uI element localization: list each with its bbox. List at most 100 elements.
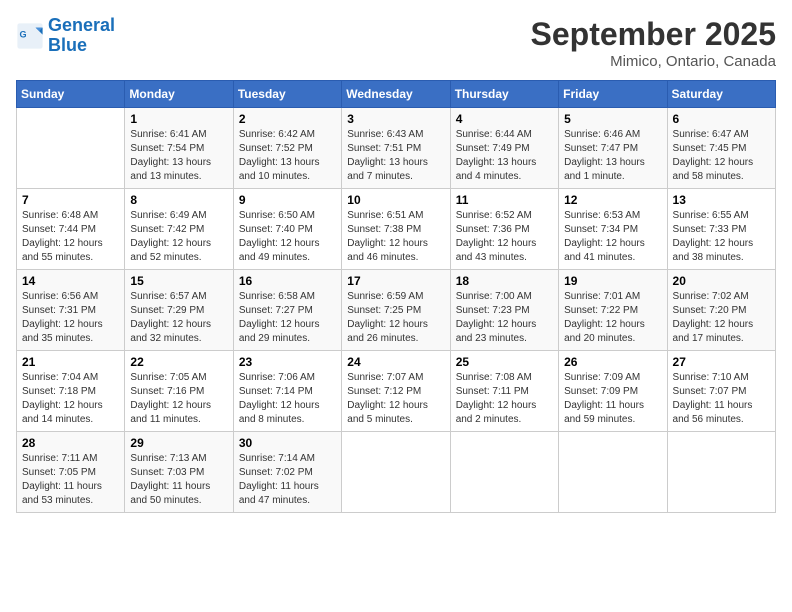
day-info: Sunrise: 6:51 AM Sunset: 7:38 PM Dayligh… bbox=[347, 209, 444, 265]
day-number: 25 bbox=[456, 355, 553, 369]
day-number: 19 bbox=[564, 274, 661, 288]
day-number: 9 bbox=[239, 193, 336, 207]
calendar-cell: 8 Sunrise: 6:49 AM Sunset: 7:42 PM Daylig… bbox=[125, 189, 233, 270]
calendar-cell: 27 Sunrise: 7:10 AM Sunset: 7:07 PM Dayli… bbox=[667, 351, 775, 432]
calendar-cell bbox=[667, 432, 775, 513]
day-info: Sunrise: 6:43 AM Sunset: 7:51 PM Dayligh… bbox=[347, 128, 444, 184]
day-info: Sunrise: 6:52 AM Sunset: 7:36 PM Dayligh… bbox=[456, 209, 553, 265]
calendar-cell: 23 Sunrise: 7:06 AM Sunset: 7:14 PM Dayli… bbox=[233, 351, 341, 432]
day-number: 2 bbox=[239, 112, 336, 126]
day-number: 8 bbox=[130, 193, 227, 207]
logo-text: General Blue bbox=[48, 16, 115, 56]
calendar-cell bbox=[17, 108, 125, 189]
day-number: 5 bbox=[564, 112, 661, 126]
calendar-cell: 7 Sunrise: 6:48 AM Sunset: 7:44 PM Daylig… bbox=[17, 189, 125, 270]
day-number: 13 bbox=[673, 193, 770, 207]
weekday-header-wednesday: Wednesday bbox=[342, 81, 450, 108]
day-info: Sunrise: 6:55 AM Sunset: 7:33 PM Dayligh… bbox=[673, 209, 770, 265]
day-number: 12 bbox=[564, 193, 661, 207]
day-info: Sunrise: 7:10 AM Sunset: 7:07 PM Dayligh… bbox=[673, 371, 770, 427]
calendar-week-4: 21Sunrise: 7:04 AM Sunset: 7:18 PM Dayli… bbox=[17, 351, 776, 432]
weekday-header-tuesday: Tuesday bbox=[233, 81, 341, 108]
day-info: Sunrise: 6:46 AM Sunset: 7:47 PM Dayligh… bbox=[564, 128, 661, 184]
day-info: Sunrise: 7:00 AM Sunset: 7:23 PM Dayligh… bbox=[456, 290, 553, 346]
calendar-cell: 25 Sunrise: 7:08 AM Sunset: 7:11 PM Dayli… bbox=[450, 351, 558, 432]
day-info: Sunrise: 7:14 AM Sunset: 7:02 PM Dayligh… bbox=[239, 452, 336, 508]
day-info: Sunrise: 6:57 AM Sunset: 7:29 PM Dayligh… bbox=[130, 290, 227, 346]
day-number: 10 bbox=[347, 193, 444, 207]
day-info: Sunrise: 6:44 AM Sunset: 7:49 PM Dayligh… bbox=[456, 128, 553, 184]
day-number: 26 bbox=[564, 355, 661, 369]
calendar-cell: 21Sunrise: 7:04 AM Sunset: 7:18 PM Dayli… bbox=[17, 351, 125, 432]
day-info: Sunrise: 6:42 AM Sunset: 7:52 PM Dayligh… bbox=[239, 128, 336, 184]
title-block: September 2025 Mimico, Ontario, Canada bbox=[531, 16, 776, 70]
day-number: 11 bbox=[456, 193, 553, 207]
day-info: Sunrise: 7:08 AM Sunset: 7:11 PM Dayligh… bbox=[456, 371, 553, 427]
calendar-cell bbox=[450, 432, 558, 513]
calendar-week-1: 1 Sunrise: 6:41 AM Sunset: 7:54 PM Daylig… bbox=[17, 108, 776, 189]
day-info: Sunrise: 7:06 AM Sunset: 7:14 PM Dayligh… bbox=[239, 371, 336, 427]
day-number: 6 bbox=[673, 112, 770, 126]
calendar-cell: 18 Sunrise: 7:00 AM Sunset: 7:23 PM Dayli… bbox=[450, 270, 558, 351]
day-number: 27 bbox=[673, 355, 770, 369]
calendar-cell: 20 Sunrise: 7:02 AM Sunset: 7:20 PM Dayli… bbox=[667, 270, 775, 351]
day-number: 22 bbox=[130, 355, 227, 369]
calendar-cell: 24 Sunrise: 7:07 AM Sunset: 7:12 PM Dayli… bbox=[342, 351, 450, 432]
day-info: Sunrise: 6:58 AM Sunset: 7:27 PM Dayligh… bbox=[239, 290, 336, 346]
calendar-cell: 12 Sunrise: 6:53 AM Sunset: 7:34 PM Dayli… bbox=[559, 189, 667, 270]
calendar-cell: 19 Sunrise: 7:01 AM Sunset: 7:22 PM Dayli… bbox=[559, 270, 667, 351]
day-info: Sunrise: 6:50 AM Sunset: 7:40 PM Dayligh… bbox=[239, 209, 336, 265]
day-number: 7 bbox=[22, 193, 119, 207]
calendar-cell: 3 Sunrise: 6:43 AM Sunset: 7:51 PM Daylig… bbox=[342, 108, 450, 189]
day-info: Sunrise: 7:09 AM Sunset: 7:09 PM Dayligh… bbox=[564, 371, 661, 427]
calendar-cell: 26 Sunrise: 7:09 AM Sunset: 7:09 PM Dayli… bbox=[559, 351, 667, 432]
calendar-cell bbox=[559, 432, 667, 513]
day-info: Sunrise: 7:01 AM Sunset: 7:22 PM Dayligh… bbox=[564, 290, 661, 346]
weekday-header-sunday: Sunday bbox=[17, 81, 125, 108]
calendar-cell: 1 Sunrise: 6:41 AM Sunset: 7:54 PM Daylig… bbox=[125, 108, 233, 189]
weekday-header-friday: Friday bbox=[559, 81, 667, 108]
day-number: 29 bbox=[130, 436, 227, 450]
weekday-header-saturday: Saturday bbox=[667, 81, 775, 108]
svg-text:G: G bbox=[20, 29, 27, 39]
month-title: September 2025 bbox=[531, 16, 776, 53]
day-number: 30 bbox=[239, 436, 336, 450]
calendar-cell: 17Sunrise: 6:59 AM Sunset: 7:25 PM Dayli… bbox=[342, 270, 450, 351]
day-info: Sunrise: 7:13 AM Sunset: 7:03 PM Dayligh… bbox=[130, 452, 227, 508]
day-number: 24 bbox=[347, 355, 444, 369]
day-number: 3 bbox=[347, 112, 444, 126]
day-info: Sunrise: 6:53 AM Sunset: 7:34 PM Dayligh… bbox=[564, 209, 661, 265]
day-info: Sunrise: 7:11 AM Sunset: 7:05 PM Dayligh… bbox=[22, 452, 119, 508]
logo: G General Blue bbox=[16, 16, 115, 56]
page-header: G General Blue September 2025 Mimico, On… bbox=[16, 16, 776, 70]
day-info: Sunrise: 6:47 AM Sunset: 7:45 PM Dayligh… bbox=[673, 128, 770, 184]
day-info: Sunrise: 6:49 AM Sunset: 7:42 PM Dayligh… bbox=[130, 209, 227, 265]
day-info: Sunrise: 6:56 AM Sunset: 7:31 PM Dayligh… bbox=[22, 290, 119, 346]
calendar-cell: 10 Sunrise: 6:51 AM Sunset: 7:38 PM Dayli… bbox=[342, 189, 450, 270]
calendar-cell: 16 Sunrise: 6:58 AM Sunset: 7:27 PM Dayli… bbox=[233, 270, 341, 351]
calendar-cell bbox=[342, 432, 450, 513]
calendar-cell: 6 Sunrise: 6:47 AM Sunset: 7:45 PM Daylig… bbox=[667, 108, 775, 189]
calendar-table: SundayMondayTuesdayWednesdayThursdayFrid… bbox=[16, 80, 776, 513]
day-number: 18 bbox=[456, 274, 553, 288]
calendar-body: 1 Sunrise: 6:41 AM Sunset: 7:54 PM Daylig… bbox=[17, 108, 776, 513]
calendar-cell: 15Sunrise: 6:57 AM Sunset: 7:29 PM Dayli… bbox=[125, 270, 233, 351]
calendar-cell: 11 Sunrise: 6:52 AM Sunset: 7:36 PM Dayli… bbox=[450, 189, 558, 270]
calendar-cell: 30 Sunrise: 7:14 AM Sunset: 7:02 PM Dayli… bbox=[233, 432, 341, 513]
day-info: Sunrise: 6:41 AM Sunset: 7:54 PM Dayligh… bbox=[130, 128, 227, 184]
day-info: Sunrise: 7:07 AM Sunset: 7:12 PM Dayligh… bbox=[347, 371, 444, 427]
day-info: Sunrise: 6:48 AM Sunset: 7:44 PM Dayligh… bbox=[22, 209, 119, 265]
day-number: 20 bbox=[673, 274, 770, 288]
day-number: 1 bbox=[130, 112, 227, 126]
day-info: Sunrise: 6:59 AM Sunset: 7:25 PM Dayligh… bbox=[347, 290, 444, 346]
weekday-header-monday: Monday bbox=[125, 81, 233, 108]
calendar-cell: 2 Sunrise: 6:42 AM Sunset: 7:52 PM Daylig… bbox=[233, 108, 341, 189]
day-number: 14 bbox=[22, 274, 119, 288]
day-info: Sunrise: 7:02 AM Sunset: 7:20 PM Dayligh… bbox=[673, 290, 770, 346]
day-number: 23 bbox=[239, 355, 336, 369]
day-number: 16 bbox=[239, 274, 336, 288]
location-subtitle: Mimico, Ontario, Canada bbox=[531, 53, 776, 70]
calendar-week-3: 14 Sunrise: 6:56 AM Sunset: 7:31 PM Dayli… bbox=[17, 270, 776, 351]
day-number: 4 bbox=[456, 112, 553, 126]
logo-icon: G bbox=[16, 22, 44, 50]
